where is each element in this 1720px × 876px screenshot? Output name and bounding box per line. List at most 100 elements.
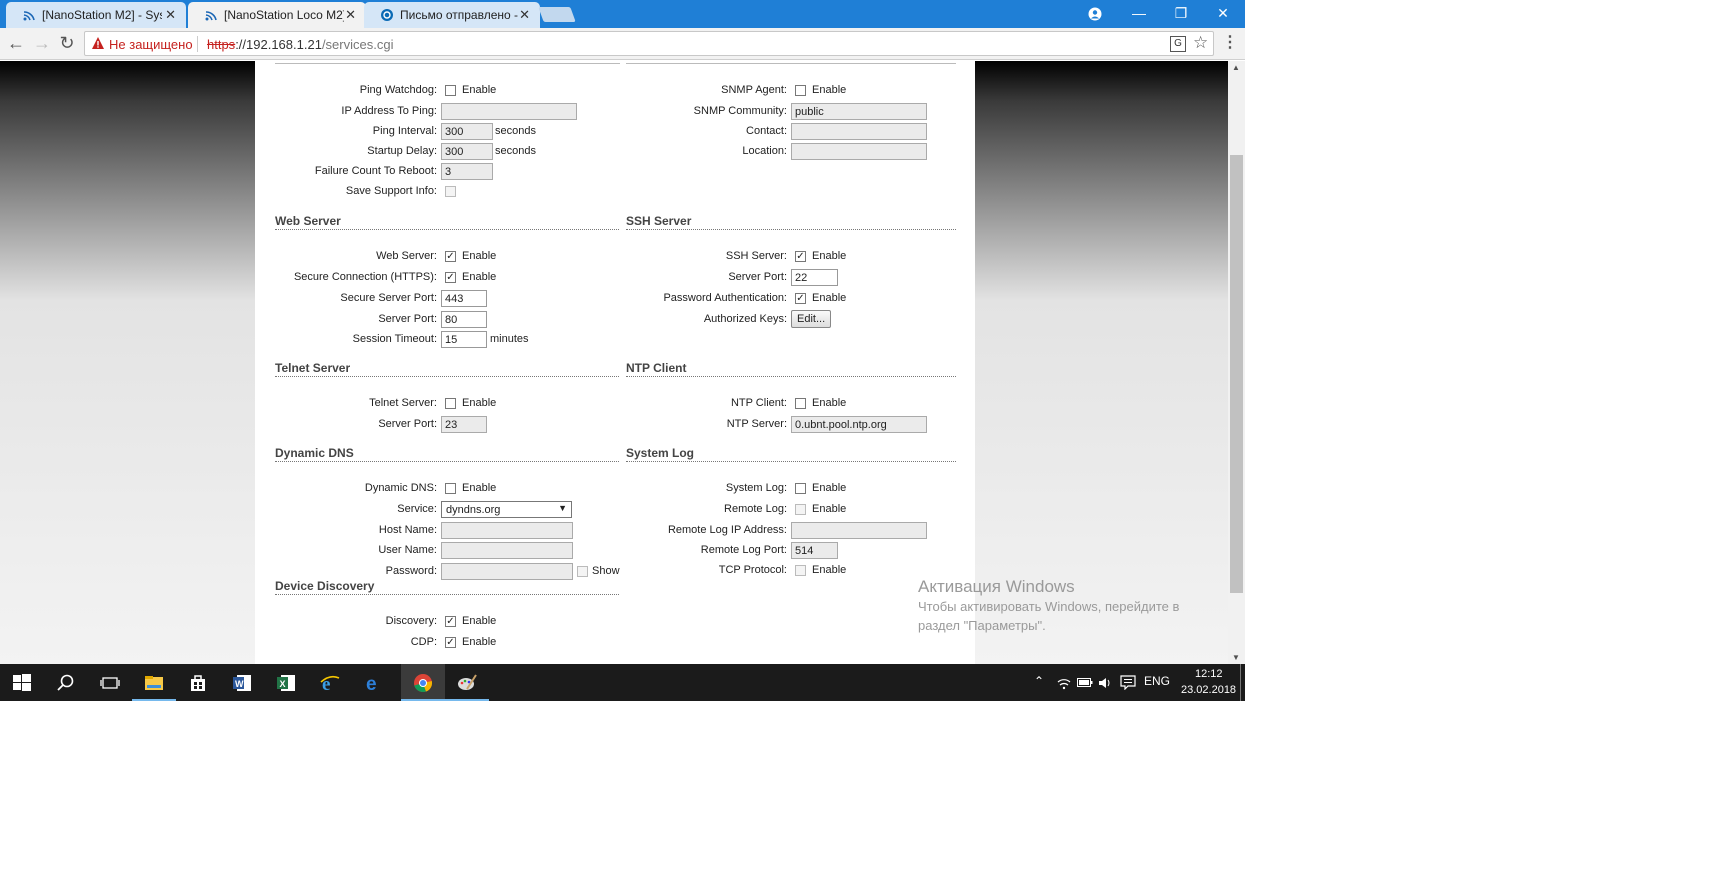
close-icon[interactable]: ✕ <box>165 7 176 23</box>
snmp-community-input[interactable]: public <box>791 103 927 120</box>
address-bar[interactable]: Не защищено https://192.168.1.21/service… <box>84 31 1214 56</box>
section-rule <box>275 229 619 230</box>
scroll-down-arrow-icon[interactable]: ▼ <box>1232 653 1240 662</box>
system-log-label: System Log: <box>725 482 787 494</box>
tab-nanostation-m2[interactable]: [NanoStation M2] - Syste ✕ <box>6 2 186 28</box>
password-auth-label: Password Authentication: <box>663 292 787 304</box>
battery-icon[interactable] <box>1077 677 1093 688</box>
network-icon[interactable] <box>1057 676 1071 690</box>
translate-icon[interactable]: G <box>1170 36 1186 52</box>
security-status[interactable]: Не защищено <box>109 37 193 52</box>
internet-explorer-button[interactable]: e <box>308 664 352 701</box>
activation-watermark-title: Активация Windows <box>918 577 1075 596</box>
ntp-title: NTP Client <box>626 361 687 375</box>
clock-date[interactable]: 23.02.2018 <box>1181 684 1236 696</box>
new-tab-button[interactable] <box>538 7 576 22</box>
tab-title: [NanoStation M2] - Syste <box>42 8 162 22</box>
session-timeout-input[interactable]: 15 <box>441 331 487 348</box>
start-button[interactable] <box>0 664 44 701</box>
url-host: ://192.168.1.21 <box>235 37 322 52</box>
ntp-server-input[interactable]: 0.ubnt.pool.ntp.org <box>791 416 927 433</box>
cdp-checkbox[interactable]: ✓ <box>445 637 456 648</box>
location-input[interactable] <box>791 143 927 160</box>
vertical-scrollbar[interactable]: ▲ ▼ <box>1228 61 1245 664</box>
scrollbar-thumb[interactable] <box>1230 155 1243 593</box>
enable-label: Enable <box>462 250 497 262</box>
scroll-up-arrow-icon[interactable]: ▲ <box>1232 63 1240 72</box>
remote-log-checkbox[interactable] <box>795 504 806 515</box>
save-support-info-checkbox[interactable] <box>445 186 456 197</box>
contact-input[interactable] <box>791 123 927 140</box>
search-button[interactable] <box>44 664 88 701</box>
startup-delay-input[interactable]: 300 <box>441 143 493 160</box>
ssh-server-checkbox[interactable]: ✓ <box>795 251 806 262</box>
minimize-icon[interactable]: — <box>1117 0 1161 28</box>
restore-icon[interactable]: ❐ <box>1159 0 1203 28</box>
store-button[interactable] <box>176 664 220 701</box>
svg-text:W: W <box>235 679 244 689</box>
ip-to-ping-input[interactable] <box>441 103 577 120</box>
discovery-checkbox[interactable]: ✓ <box>445 616 456 627</box>
web-server-checkbox[interactable]: ✓ <box>445 251 456 262</box>
tab-mail-sent[interactable]: Письмо отправлено - П ✕ <box>364 2 540 28</box>
word-button[interactable]: W <box>220 664 264 701</box>
ntp-client-checkbox[interactable] <box>795 398 806 409</box>
back-arrow-icon[interactable]: ← <box>4 32 28 56</box>
excel-button[interactable]: X <box>264 664 308 701</box>
edit-keys-button[interactable]: Edit... <box>791 310 832 328</box>
edge-button[interactable]: e <box>352 664 396 701</box>
paint-button[interactable] <box>445 664 489 701</box>
failure-count-input[interactable]: 3 <box>441 163 493 180</box>
language-indicator[interactable]: ENG <box>1144 674 1170 688</box>
section-rule <box>626 63 956 64</box>
show-password-checkbox[interactable] <box>577 566 588 577</box>
clock-time[interactable]: 12:12 <box>1195 668 1223 680</box>
enable-label: Enable <box>462 615 497 627</box>
volume-icon[interactable] <box>1098 676 1112 690</box>
menu-icon[interactable]: ⋮ <box>1222 32 1238 54</box>
enable-label: Enable <box>462 482 497 494</box>
close-icon[interactable]: ✕ <box>345 7 356 23</box>
tab-nanostation-loco-m2[interactable]: [NanoStation Loco M2] - ✕ <box>188 2 366 28</box>
task-view-button[interactable] <box>88 664 132 701</box>
ssh-port-input[interactable]: 22 <box>791 269 838 286</box>
show-hidden-icons-icon[interactable]: ⌃ <box>1034 674 1044 688</box>
close-window-icon[interactable]: ✕ <box>1201 0 1245 28</box>
tab-strip: [NanoStation M2] - Syste ✕ [NanoStation … <box>0 0 1245 28</box>
warning-icon <box>92 37 104 49</box>
host-name-input[interactable] <box>441 522 573 539</box>
file-explorer-button[interactable] <box>132 664 176 701</box>
system-log-checkbox[interactable] <box>795 483 806 494</box>
forward-arrow-icon[interactable]: → <box>30 32 54 56</box>
profile-icon[interactable] <box>1073 0 1117 28</box>
show-desktop-button[interactable] <box>1240 664 1241 701</box>
user-name-input[interactable] <box>441 542 573 559</box>
reload-icon[interactable]: ↻ <box>55 32 79 56</box>
password-input[interactable] <box>441 563 573 580</box>
snmp-agent-checkbox[interactable] <box>795 85 806 96</box>
telnet-port-input[interactable]: 23 <box>441 416 487 433</box>
bookmark-star-icon[interactable]: ☆ <box>1193 33 1208 53</box>
password-auth-checkbox[interactable]: ✓ <box>795 293 806 304</box>
telnet-server-checkbox[interactable] <box>445 398 456 409</box>
ping-interval-input[interactable]: 300 <box>441 123 493 140</box>
web-port-input[interactable]: 80 <box>441 311 487 328</box>
secure-port-input[interactable]: 443 <box>441 290 487 307</box>
remote-log-port-input[interactable]: 514 <box>791 542 838 559</box>
enable-label: Enable <box>812 397 847 409</box>
mail-icon <box>381 9 393 21</box>
service-value: dyndns.org <box>446 504 501 516</box>
ping-watchdog-checkbox[interactable] <box>445 85 456 96</box>
internet-explorer-icon: e <box>320 674 340 693</box>
service-select[interactable]: dyndns.org ▼ <box>441 501 572 518</box>
tcp-protocol-checkbox[interactable] <box>795 565 806 576</box>
notifications-icon[interactable] <box>1120 675 1136 690</box>
show-label: Show <box>592 565 620 577</box>
close-icon[interactable]: ✕ <box>519 7 530 23</box>
url-text[interactable]: https://192.168.1.21/services.cgi <box>207 37 393 52</box>
chrome-button[interactable] <box>401 664 445 701</box>
remote-log-ip-input[interactable] <box>791 522 927 539</box>
https-checkbox[interactable]: ✓ <box>445 272 456 283</box>
failure-count-label: Failure Count To Reboot: <box>314 165 437 177</box>
ddns-checkbox[interactable] <box>445 483 456 494</box>
